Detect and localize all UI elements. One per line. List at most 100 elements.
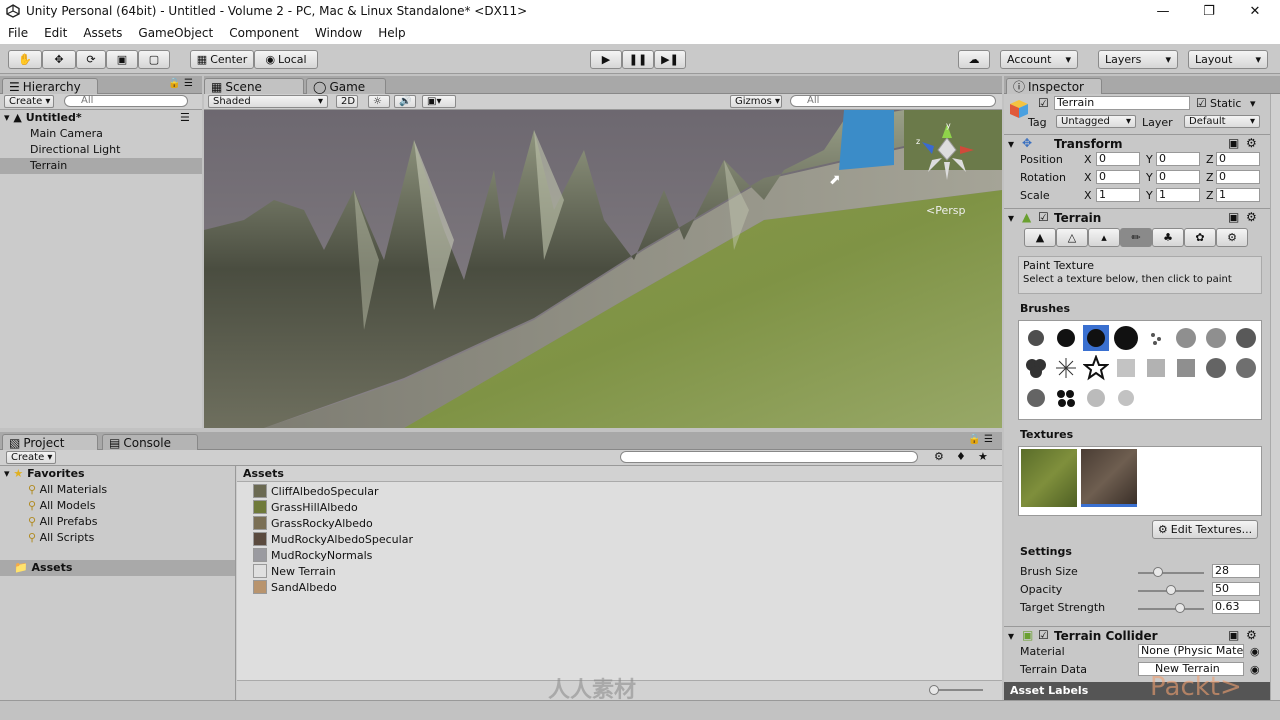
shading-dropdown[interactable]: Shaded ▾	[208, 95, 328, 108]
audio-toggle-icon[interactable]: 🔊	[394, 95, 416, 108]
brush-star-icon[interactable]	[1083, 355, 1109, 381]
target-strength-field[interactable]: 0.63	[1212, 600, 1260, 614]
target-strength-slider-knob[interactable]	[1174, 603, 1185, 613]
gizmos-dropdown[interactable]: Gizmos ▾	[730, 95, 782, 108]
asset-item[interactable]: CliffAlbedoSpecular	[253, 484, 1002, 500]
paint-details-tool-icon[interactable]: ✿	[1184, 228, 1216, 247]
maximize-icon[interactable]: ❐	[1186, 0, 1232, 22]
rotation-x-field[interactable]: 0	[1096, 170, 1140, 184]
position-z-field[interactable]: 0	[1216, 152, 1260, 166]
tab-hierarchy[interactable]: ☰ Hierarchy	[2, 78, 98, 94]
settings-gear-icon[interactable]: ⚙	[1246, 628, 1257, 642]
asset-item[interactable]: SandAlbedo	[253, 580, 1002, 596]
tab-game[interactable]: ◯ Game	[306, 78, 386, 94]
smooth-height-tool-icon[interactable]: ▴	[1088, 228, 1120, 247]
position-x-field[interactable]: 0	[1096, 152, 1140, 166]
project-create-button[interactable]: Create ▾	[6, 451, 56, 464]
tab-inspector[interactable]: ⓘ Inspector	[1006, 78, 1102, 94]
expand-arrow-icon[interactable]: ▾	[4, 111, 10, 124]
lighting-toggle-icon[interactable]: ☼	[368, 95, 390, 108]
favorite-item-all-prefabs[interactable]: ⚲ All Prefabs	[0, 514, 235, 530]
account-dropdown[interactable]: Account ▾	[1000, 50, 1078, 69]
tab-project[interactable]: ▧ Project	[2, 434, 98, 450]
asset-item[interactable]: New Terrain	[253, 564, 1002, 580]
brush-streak-icon[interactable]	[1173, 355, 1199, 381]
hierarchy-search-input[interactable]: All	[64, 95, 188, 107]
fold-arrow-icon[interactable]: ▾	[1008, 211, 1014, 225]
panel-menu-icon[interactable]: ☰	[984, 434, 993, 445]
collider-material-field[interactable]: None (Physic Mate	[1138, 644, 1244, 658]
hierarchy-item-main-camera[interactable]: Main Camera	[0, 126, 202, 142]
rotate-tool-icon[interactable]: ⟳	[76, 50, 106, 69]
scale-y-field[interactable]: 1	[1156, 188, 1200, 202]
assets-folder-row[interactable]: 📁 Assets	[0, 560, 235, 576]
scene-menu-icon[interactable]: ☰	[180, 110, 190, 126]
opacity-field[interactable]: 50	[1212, 582, 1260, 596]
brush-scatter-icon[interactable]	[1143, 325, 1169, 351]
favorite-star-icon[interactable]: ★	[978, 450, 988, 463]
brush-hard-round-icon[interactable]	[1113, 325, 1139, 351]
menu-component[interactable]: Component	[221, 26, 307, 40]
terrain-enabled-checkbox[interactable]: ☑	[1038, 210, 1049, 224]
object-name-field[interactable]: Terrain	[1054, 96, 1190, 110]
brush-flower-icon[interactable]	[1023, 355, 1049, 381]
lock-icon[interactable]: 🔒	[168, 78, 180, 89]
brush-medium-round-icon[interactable]	[1053, 325, 1079, 351]
settings-gear-icon[interactable]: ⚙	[1246, 136, 1257, 150]
brush-selected-round-icon[interactable]	[1083, 325, 1109, 351]
edit-textures-button[interactable]: ⚙ Edit Textures...	[1152, 520, 1258, 539]
brush-soft-round-icon[interactable]	[1023, 325, 1049, 351]
place-trees-tool-icon[interactable]: ♣	[1152, 228, 1184, 247]
menu-gameobject[interactable]: GameObject	[130, 26, 221, 40]
asset-item[interactable]: MudRockyNormals	[253, 548, 1002, 564]
raise-lower-tool-icon[interactable]: ▲	[1024, 228, 1056, 247]
icon-size-slider-knob[interactable]	[929, 685, 939, 695]
cloud-button[interactable]: ☁	[958, 50, 990, 69]
scene-search-input[interactable]: All	[790, 95, 996, 107]
tag-dropdown[interactable]: Untagged ▾	[1056, 115, 1136, 128]
help-icon[interactable]: ▣	[1228, 628, 1239, 642]
settings-gear-icon[interactable]: ⚙	[1246, 210, 1257, 224]
fold-arrow-icon[interactable]: ▾	[1008, 629, 1014, 643]
scale-x-field[interactable]: 1	[1096, 188, 1140, 202]
brush-rough-icon[interactable]	[1233, 325, 1259, 351]
persp-label[interactable]: <Persp	[926, 204, 965, 217]
static-dropdown-icon[interactable]: ▾	[1250, 97, 1256, 110]
layers-dropdown[interactable]: Layers ▾	[1098, 50, 1178, 69]
menu-window[interactable]: Window	[307, 26, 370, 40]
scene-viewport[interactable]: y z <Persp ⬈	[204, 110, 1002, 428]
terrain-settings-tool-icon[interactable]: ⚙	[1216, 228, 1248, 247]
pause-button[interactable]: ❚❚	[622, 50, 654, 69]
lock-icon[interactable]: 🔒	[968, 434, 980, 445]
asset-item[interactable]: GrassHillAlbedo	[253, 500, 1002, 516]
help-icon[interactable]: ▣	[1228, 210, 1239, 224]
asset-item[interactable]: MudRockyAlbedoSpecular	[253, 532, 1002, 548]
pivot-center-button[interactable]: ▦ Center	[190, 50, 254, 69]
2d-toggle[interactable]: 2D	[336, 95, 358, 108]
scene-orientation-gizmo-icon[interactable]: y z	[916, 120, 978, 186]
brush-blobs-icon[interactable]	[1053, 385, 1079, 411]
brush-dots-icon[interactable]	[1023, 385, 1049, 411]
brush-size-slider-knob[interactable]	[1152, 567, 1163, 577]
scale-tool-icon[interactable]: ▣	[106, 50, 138, 69]
menu-assets[interactable]: Assets	[75, 26, 130, 40]
brush-noise-icon[interactable]	[1173, 325, 1199, 351]
rotation-z-field[interactable]: 0	[1216, 170, 1260, 184]
menu-file[interactable]: File	[0, 26, 36, 40]
help-icon[interactable]: ▣	[1228, 136, 1239, 150]
favorite-item-all-models[interactable]: ⚲ All Models	[0, 498, 235, 514]
project-search-input[interactable]	[620, 451, 918, 463]
icon-size-slider[interactable]	[933, 689, 983, 691]
effects-toggle-icon[interactable]: ▣▾	[422, 95, 456, 108]
layout-dropdown[interactable]: Layout ▾	[1188, 50, 1268, 69]
tab-console[interactable]: ▤ Console	[102, 434, 198, 450]
minimize-icon[interactable]: —	[1140, 0, 1186, 22]
position-y-field[interactable]: 0	[1156, 152, 1200, 166]
play-button[interactable]: ▶	[590, 50, 622, 69]
brush-speckle-icon[interactable]	[1083, 385, 1109, 411]
object-picker-icon[interactable]: ◉	[1250, 645, 1260, 658]
panel-menu-icon[interactable]: ☰	[184, 78, 193, 89]
brush-grass-icon[interactable]	[1143, 355, 1169, 381]
static-checkbox[interactable]: ☑	[1196, 96, 1207, 110]
tab-scene[interactable]: ▦ Scene	[204, 78, 304, 94]
